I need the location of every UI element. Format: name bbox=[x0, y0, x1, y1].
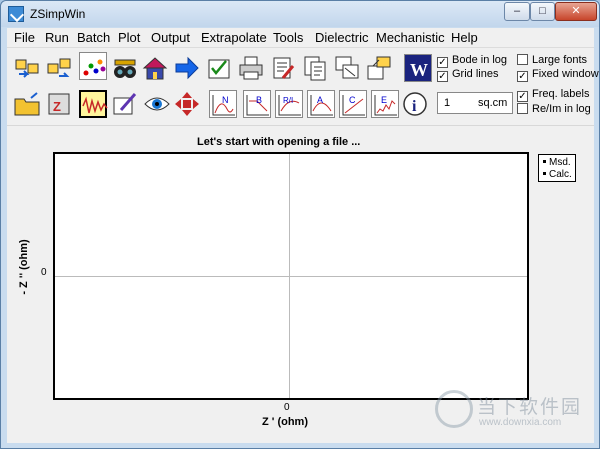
large-fonts-checkbox[interactable]: Large fonts bbox=[517, 54, 587, 68]
area-unit: sq.cm bbox=[478, 97, 508, 109]
checklist-icon[interactable] bbox=[205, 54, 233, 82]
y-axis-label: - Z '' (ohm) bbox=[18, 239, 30, 295]
bode-plot-icon[interactable]: B bbox=[243, 90, 271, 118]
info-letter: i bbox=[412, 98, 417, 115]
admittance-plot-icon[interactable]: A bbox=[307, 90, 335, 118]
menu-mechanistic[interactable]: Mechanistic bbox=[376, 30, 445, 45]
legend-measured: Msd. bbox=[543, 157, 571, 168]
large-fonts-box[interactable] bbox=[517, 54, 528, 65]
grid-lines-label: Grid lines bbox=[452, 68, 499, 80]
menu-bar: File Run Batch Plot Output Extrapolate T… bbox=[7, 28, 594, 47]
app-window: ZSimpWin – □ ✕ File Run Batch Plot Outpu… bbox=[0, 0, 600, 449]
grid-line-horizontal bbox=[55, 276, 527, 277]
fixed-window-checkbox[interactable]: ✓ Fixed window bbox=[517, 68, 599, 82]
calculated-marker-icon bbox=[543, 172, 546, 175]
capacitance-plot-icon[interactable]: C bbox=[339, 90, 367, 118]
bode-in-log-box[interactable]: ✓ bbox=[437, 57, 448, 68]
real-imag-plot-icon[interactable]: R/I bbox=[275, 90, 303, 118]
modulus-plot-icon[interactable]: E bbox=[371, 90, 399, 118]
printer-icon[interactable] bbox=[237, 54, 265, 82]
waveform-icon[interactable] bbox=[79, 90, 108, 118]
copy-window-icon[interactable] bbox=[333, 54, 361, 82]
large-fonts-label: Large fonts bbox=[532, 54, 588, 66]
freq-labels-box[interactable]: ✓ bbox=[517, 91, 528, 102]
eye-icon[interactable] bbox=[143, 90, 171, 118]
nyquist-letter: N bbox=[222, 95, 229, 105]
legend-measured-label: Msd. bbox=[549, 157, 571, 168]
open-files-2-icon[interactable] bbox=[45, 54, 73, 82]
measured-marker-icon bbox=[543, 160, 546, 163]
maximize-button[interactable]: □ bbox=[530, 2, 555, 21]
documents-icon[interactable] bbox=[301, 54, 329, 82]
open-files-icon[interactable] bbox=[13, 54, 41, 82]
menu-batch[interactable]: Batch bbox=[77, 30, 110, 45]
watermark: 当下软件园 www.downxia.com bbox=[433, 388, 593, 434]
re-im-in-log-checkbox[interactable]: Re/Im in log bbox=[517, 103, 591, 117]
x-axis-label: Z ' (ohm) bbox=[262, 416, 308, 428]
close-button[interactable]: ✕ bbox=[555, 2, 597, 21]
menu-tools[interactable]: Tools bbox=[273, 30, 303, 45]
area-field[interactable]: 1 sq.cm bbox=[437, 92, 513, 114]
plot-area[interactable] bbox=[53, 152, 529, 400]
menu-file[interactable]: File bbox=[14, 30, 35, 45]
plot-legend[interactable]: Msd. Calc. bbox=[538, 154, 576, 182]
house-icon[interactable] bbox=[141, 54, 169, 82]
bode-in-log-checkbox[interactable]: ✓ Bode in log bbox=[437, 54, 507, 68]
right-arrow-icon[interactable] bbox=[173, 54, 201, 82]
grid-lines-box[interactable]: ✓ bbox=[437, 71, 448, 82]
bode-letter: B bbox=[256, 95, 262, 105]
x-tick-label: 0 bbox=[284, 402, 290, 413]
title-bar[interactable]: ZSimpWin – □ ✕ bbox=[1, 1, 599, 27]
minimize-button[interactable]: – bbox=[504, 2, 530, 21]
nyquist-plot-icon[interactable]: N bbox=[209, 90, 237, 118]
watermark-logo-icon bbox=[435, 390, 473, 428]
menu-help[interactable]: Help bbox=[451, 30, 478, 45]
menu-extrapolate[interactable]: Extrapolate bbox=[201, 30, 267, 45]
admittance-letter: A bbox=[317, 95, 323, 105]
word-letter: W bbox=[410, 60, 428, 80]
app-logo-icon bbox=[8, 6, 24, 22]
paste-folder-icon[interactable] bbox=[365, 54, 393, 82]
grid-lines-checkbox[interactable]: ✓ Grid lines bbox=[437, 68, 498, 82]
capacitance-letter: C bbox=[349, 95, 356, 105]
move-arrows-icon[interactable] bbox=[173, 90, 201, 118]
grid-line-vertical bbox=[289, 154, 290, 398]
menu-output[interactable]: Output bbox=[151, 30, 190, 45]
watermark-url: www.downxia.com bbox=[479, 417, 562, 428]
svg-text:Z: Z bbox=[53, 99, 61, 114]
open-folder-icon[interactable] bbox=[13, 90, 41, 118]
word-icon[interactable]: W bbox=[404, 54, 432, 82]
bode-in-log-label: Bode in log bbox=[452, 54, 508, 66]
legend-calculated: Calc. bbox=[543, 169, 572, 180]
menu-dielectric[interactable]: Dielectric bbox=[315, 30, 368, 45]
zip-icon[interactable]: Z bbox=[45, 90, 73, 118]
area-value: 1 bbox=[444, 97, 451, 109]
edit-document-icon[interactable] bbox=[269, 54, 297, 82]
scatter-data-icon[interactable] bbox=[79, 52, 107, 80]
legend-calculated-label: Calc. bbox=[549, 169, 572, 180]
watermark-text: 当下软件园 bbox=[477, 397, 583, 418]
real-imag-letters: R/I bbox=[283, 96, 293, 105]
binoculars-icon[interactable] bbox=[111, 54, 139, 82]
plot-title: Let's start with opening a file ... bbox=[197, 136, 361, 148]
freq-labels-checkbox[interactable]: ✓ Freq. labels bbox=[517, 88, 589, 102]
modulus-letter: E bbox=[381, 95, 387, 105]
fixed-window-label: Fixed window bbox=[532, 68, 599, 80]
re-im-in-log-label: Re/Im in log bbox=[532, 103, 591, 115]
menu-run[interactable]: Run bbox=[45, 30, 69, 45]
freq-labels-label: Freq. labels bbox=[532, 88, 590, 100]
pen-edit-icon[interactable] bbox=[111, 90, 139, 118]
toolbar-area: W ✓ Bode in log ✓ Grid lines Large fonts ✓… bbox=[7, 47, 599, 125]
re-im-in-log-box[interactable] bbox=[517, 103, 528, 114]
window-title: ZSimpWin bbox=[30, 7, 86, 21]
y-tick-label: 0 bbox=[41, 267, 47, 278]
info-icon[interactable]: i bbox=[401, 90, 429, 118]
menu-plot[interactable]: Plot bbox=[118, 30, 140, 45]
fixed-window-box[interactable]: ✓ bbox=[517, 71, 528, 82]
